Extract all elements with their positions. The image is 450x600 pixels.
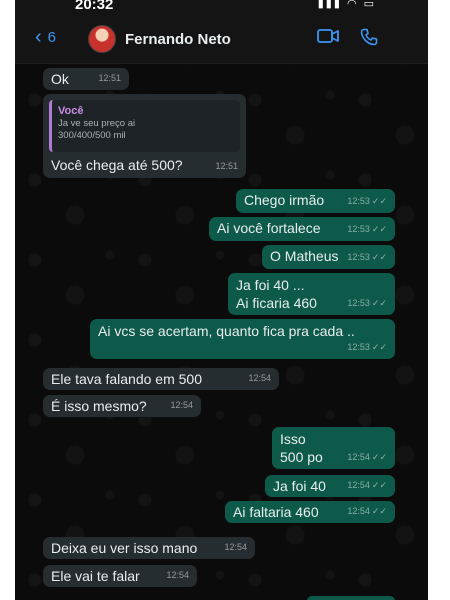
message-bubble-outgoing[interactable]: Chego irmão 12:53 ✓✓ [236,189,395,213]
double-check-icon: ✓✓ [371,506,387,516]
message-text: Deixa eu ver isso mano [51,540,198,556]
message-time: 12:53 [347,224,370,234]
chat-header: ‹ 6 Fernando Neto [15,14,428,64]
contact-name[interactable]: Fernando Neto [125,31,231,48]
double-check-icon: ✓✓ [371,480,387,490]
phone-call-icon[interactable] [360,28,378,51]
message-text: Ai faltaria 460 [233,504,319,520]
message-time: 12:54 [166,570,189,580]
message-bubble-incoming[interactable]: Ok 12:51 [43,68,129,90]
double-check-icon: ✓✓ [371,196,387,206]
message-text: Ai você fortalece [217,220,321,236]
chat-screen: 20:32 ▮▮▮ ◠ ▭ ‹ 6 Fernando Neto Ok 12:51… [15,0,428,600]
message-text-line: Ja foi 40 ... [236,277,305,293]
message-time: 12:53 [347,298,370,308]
message-text: Ai vcs se acertam, quanto fica pra cada … [98,323,355,339]
message-text: O Matheus [270,248,339,264]
message-text: Ele tava falando em 500 [51,371,202,387]
message-time: 12:54 [170,400,193,410]
double-check-icon: ✓✓ [371,224,387,234]
quoted-message[interactable]: Você Ja ve seu preço ai 300/400/500 mil [49,100,240,152]
message-text: Ele vai te falar [51,568,140,584]
message-time: 12:54 [224,542,247,552]
double-check-icon: ✓✓ [371,342,387,352]
message-time: 12:51 [215,161,238,171]
message-text: Chego irmão [244,192,325,208]
status-bar: 20:32 ▮▮▮ ◠ ▭ [15,0,428,14]
unread-count: 6 [47,28,57,46]
message-bubble-outgoing[interactable]: Ja foi 40 ... Ai ficaria 460 12:53 ✓✓ [228,273,395,315]
message-bubble-incoming[interactable]: Ele vai te falar 12:54 [43,565,197,587]
message-time: 12:53 [347,342,370,352]
message-text: Ok [51,71,69,87]
message-bubble-outgoing[interactable]: O Matheus 12:53 ✓✓ [262,245,395,269]
avatar[interactable] [88,25,116,53]
message-time: 12:54 [347,506,370,516]
message-text: Ja foi 40 [273,478,326,494]
message-time: 12:54 [347,480,370,490]
message-bubble-outgoing[interactable]: Ai faltaria 460 12:54 ✓✓ [225,501,395,523]
message-bubble-outgoing[interactable]: Ai vcs se acertam, quanto fica pra cada … [90,319,395,359]
message-bubble-incoming[interactable]: Ele tava falando em 500 12:54 [43,368,279,390]
message-time: 12:54 [248,373,271,383]
message-time: 12:53 [347,252,370,262]
message-time: 12:53 [347,196,370,206]
message-time: 12:54 [347,452,370,462]
message-bubble-outgoing-partial[interactable] [307,596,395,600]
message-bubble-outgoing[interactable]: Isso 500 po 12:54 ✓✓ [272,427,395,469]
message-bubble-outgoing[interactable]: Ja foi 40 12:54 ✓✓ [265,475,395,497]
message-text: É isso mesmo? [51,398,147,414]
back-button[interactable]: ‹ 6 [35,26,57,48]
double-check-icon: ✓✓ [371,298,387,308]
message-bubble-incoming[interactable]: Deixa eu ver isso mano 12:54 [43,537,255,559]
status-time: 20:32 [75,0,114,13]
double-check-icon: ✓✓ [371,252,387,262]
message-bubble-outgoing[interactable]: Ai você fortalece 12:53 ✓✓ [209,217,395,241]
message-bubble-incoming[interactable]: É isso mesmo? 12:54 [43,395,201,417]
double-check-icon: ✓✓ [371,452,387,462]
message-time: 12:51 [98,73,121,83]
video-call-icon[interactable] [317,28,339,49]
message-text-line: Isso [280,431,306,447]
quote-text: Ja ve seu preço ai 300/400/500 mil [58,118,136,141]
chevron-left-icon: ‹ [35,26,42,48]
message-bubble-incoming[interactable]: Você Ja ve seu preço ai 300/400/500 mil … [43,94,246,178]
message-text: Você chega até 500? [51,157,183,173]
signal-icon: ▮▮▮ ◠ ▭ [317,0,376,10]
quote-author: Você [58,105,84,117]
